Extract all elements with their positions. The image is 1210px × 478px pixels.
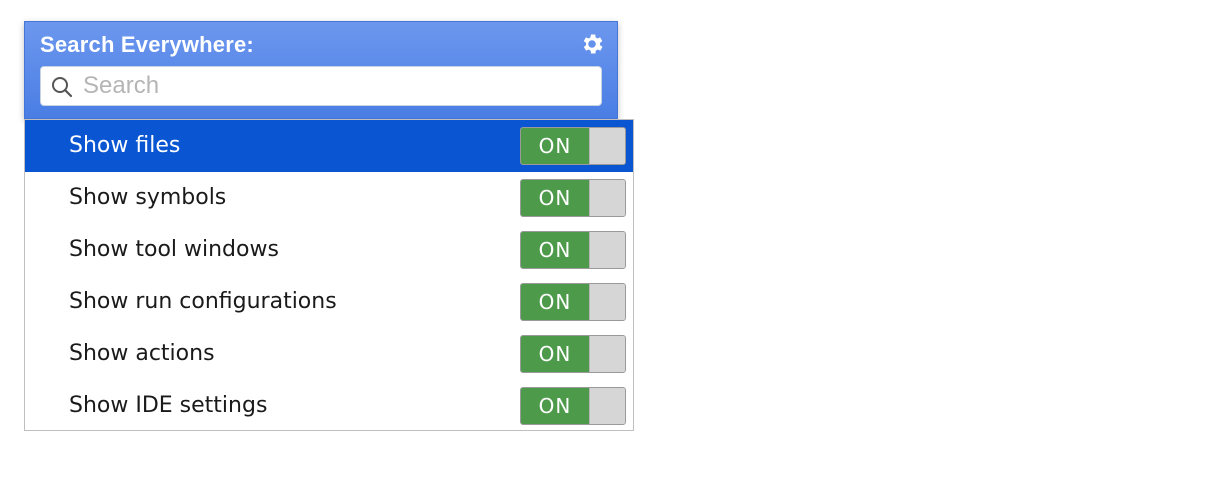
option-row-show-files[interactable]: Show files ON — [25, 120, 633, 172]
option-label: Show actions — [69, 341, 215, 366]
option-row-show-actions[interactable]: Show actions ON — [25, 328, 633, 380]
options-list: Show files ON Show symbols ON Show tool … — [24, 119, 634, 431]
gear-icon[interactable] — [579, 31, 605, 57]
option-row-show-run-configurations[interactable]: Show run configurations ON — [25, 276, 633, 328]
option-label: Show run configurations — [69, 289, 337, 314]
option-label: Show files — [69, 133, 181, 158]
toggle-on-label: ON — [521, 284, 589, 320]
option-row-show-symbols[interactable]: Show symbols ON — [25, 172, 633, 224]
search-field[interactable] — [40, 66, 602, 106]
toggle-on-label: ON — [521, 128, 589, 164]
toggle-switch[interactable]: ON — [520, 283, 626, 321]
toggle-knob[interactable] — [589, 284, 625, 320]
option-label: Show symbols — [69, 185, 227, 210]
toggle-switch[interactable]: ON — [520, 127, 626, 165]
search-input[interactable] — [83, 69, 583, 103]
option-label: Show IDE settings — [69, 393, 268, 418]
option-label: Show tool windows — [69, 237, 279, 262]
search-icon — [51, 76, 73, 98]
option-row-show-ide-settings[interactable]: Show IDE settings ON — [25, 380, 633, 432]
toggle-switch[interactable]: ON — [520, 231, 626, 269]
option-row-show-tool-windows[interactable]: Show tool windows ON — [25, 224, 633, 276]
popup-title: Search Everywhere: — [40, 32, 254, 57]
toggle-on-label: ON — [521, 388, 589, 424]
toggle-switch[interactable]: ON — [520, 335, 626, 373]
toggle-on-label: ON — [521, 232, 589, 268]
toggle-knob[interactable] — [589, 232, 625, 268]
toggle-knob[interactable] — [589, 180, 625, 216]
toggle-on-label: ON — [521, 336, 589, 372]
toggle-knob[interactable] — [589, 388, 625, 424]
toggle-knob[interactable] — [589, 336, 625, 372]
search-everywhere-header: Search Everywhere: — [24, 21, 618, 119]
toggle-switch[interactable]: ON — [520, 387, 626, 425]
toggle-knob[interactable] — [589, 128, 625, 164]
toggle-on-label: ON — [521, 180, 589, 216]
toggle-switch[interactable]: ON — [520, 179, 626, 217]
